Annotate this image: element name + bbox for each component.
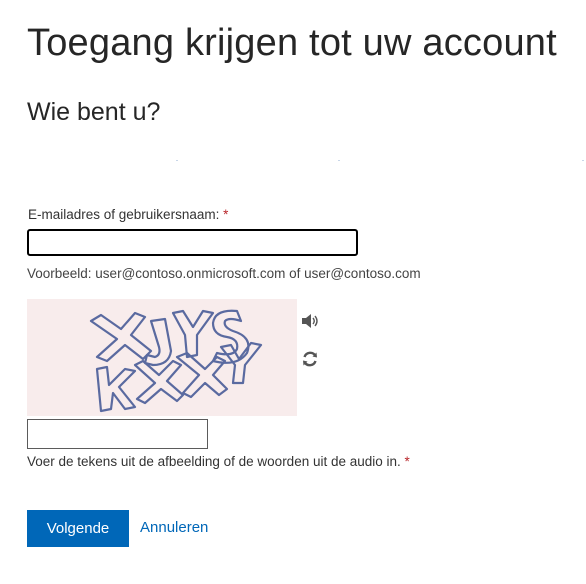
refresh-icon[interactable] xyxy=(300,349,320,369)
captcha-image xyxy=(27,299,297,416)
captcha-glyphs xyxy=(89,309,263,413)
cancel-link[interactable]: Annuleren xyxy=(140,519,208,536)
speaker-icon[interactable] xyxy=(300,311,320,331)
captcha-instruction: Voer de tekens uit de afbeelding of de w… xyxy=(27,454,410,469)
next-button[interactable]: Volgende xyxy=(27,510,129,547)
required-marker: * xyxy=(223,207,229,222)
page-title: Toegang krijgen tot uw account xyxy=(27,22,557,64)
email-label: E-mailadres of gebruikersnaam: * xyxy=(28,207,228,222)
page-subtitle: Wie bent u? xyxy=(27,98,161,126)
email-label-text: E-mailadres of gebruikersnaam: xyxy=(28,207,220,222)
email-field[interactable] xyxy=(27,229,358,256)
captcha-answer-field[interactable] xyxy=(27,419,208,449)
email-example-hint: Voorbeeld: user@contoso.onmicrosoft.com … xyxy=(27,266,421,281)
captcha-required-marker: * xyxy=(404,454,410,469)
captcha-instruction-text: Voer de tekens uit de afbeelding of de w… xyxy=(27,454,401,469)
account-recovery-page: Toegang krijgen tot uw account Wie bent … xyxy=(0,0,586,584)
